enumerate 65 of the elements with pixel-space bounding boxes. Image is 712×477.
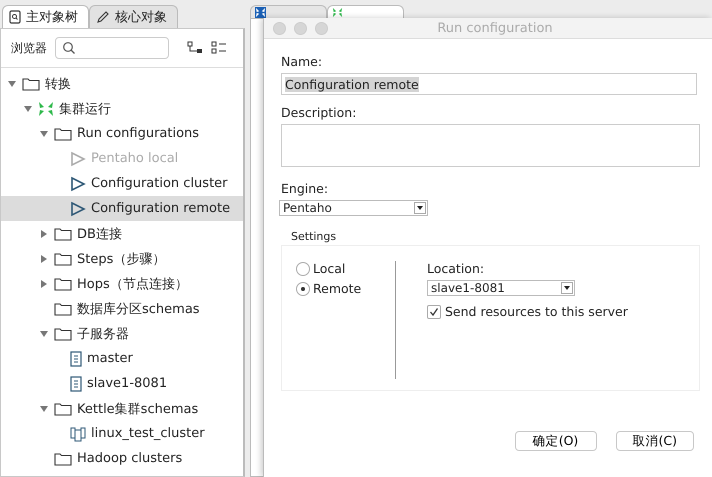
tree-item[interactable]: 数据库分区schemas — [1, 296, 243, 321]
tree-item[interactable]: Steps（步骤） — [1, 246, 243, 271]
folder-icon — [54, 252, 72, 266]
cluster-icon — [38, 100, 54, 116]
list-view-icon[interactable] — [211, 41, 227, 55]
server-icon — [70, 376, 82, 392]
expand-arrow-icon[interactable] — [39, 278, 49, 288]
field-label: Location: — [427, 261, 484, 276]
tree-item[interactable]: Hops（节点连接） — [1, 271, 243, 296]
dialog-button[interactable]: 确定(O) — [514, 431, 597, 451]
tree-item[interactable]: linux_test_cluster — [1, 421, 243, 446]
server-icon — [70, 350, 82, 366]
editor-tab[interactable] — [250, 5, 327, 18]
expand-arrow-icon[interactable] — [39, 254, 49, 264]
description-field[interactable] — [281, 124, 700, 167]
search-icon — [9, 10, 21, 24]
collapse-arrow-icon[interactable] — [39, 328, 49, 338]
tree-item[interactable]: Configuration cluster — [1, 171, 243, 196]
tree-item[interactable]: 转换 — [1, 71, 243, 96]
expand-arrow-icon[interactable] — [39, 228, 49, 238]
window-title: Run configuration — [437, 20, 554, 36]
radio-option[interactable]: Remote — [296, 281, 395, 296]
collapse-arrow-icon[interactable] — [7, 78, 17, 88]
panel-tab[interactable]: 核心对象 — [89, 5, 178, 28]
panel-tab[interactable]: 主对象树 — [2, 5, 89, 28]
tree-item[interactable]: DB连接 — [1, 221, 243, 246]
folder-icon — [54, 226, 72, 240]
group-label: Settings — [291, 230, 336, 243]
collapse-arrow-icon[interactable] — [39, 404, 49, 414]
engine-dropdown[interactable]: Pentaho — [279, 200, 428, 216]
radio-option[interactable]: Local — [296, 261, 395, 276]
folder-icon — [54, 302, 72, 316]
folder-icon — [54, 276, 72, 290]
folder-icon — [54, 452, 72, 466]
schema-icon — [70, 426, 86, 442]
field-label: Name: — [281, 54, 322, 69]
browser-label: 浏览器 — [11, 40, 47, 56]
collapse-arrow-icon[interactable] — [23, 104, 33, 114]
tree-item[interactable]: master — [1, 346, 243, 371]
cluster-icon — [332, 7, 343, 18]
tree-item[interactable]: slave1-8081 — [1, 371, 243, 396]
name-field[interactable]: Configuration remote — [281, 73, 697, 95]
pencil-icon — [96, 10, 110, 24]
field-label: Engine: — [281, 181, 328, 196]
collapse-arrow-icon[interactable] — [39, 128, 49, 138]
tree-item[interactable]: 集群运行 — [1, 96, 243, 121]
tree-item[interactable]: Kettle集群schemas — [1, 396, 243, 421]
checkbox-option[interactable]: Send resources to this server — [427, 304, 628, 319]
tree-item[interactable]: Hadoop clusters — [1, 446, 243, 471]
folder-icon — [22, 76, 40, 90]
location-dropdown[interactable]: slave1-8081 — [427, 280, 575, 296]
radio-button[interactable] — [296, 282, 310, 296]
tree-item[interactable]: Configuration remote — [1, 196, 243, 221]
tree-item[interactable]: Run configurations — [1, 121, 243, 146]
dialog-button[interactable]: 取消(C) — [616, 431, 694, 451]
tree-item[interactable]: 子服务器 — [1, 321, 243, 346]
folder-icon — [54, 402, 72, 416]
folder-icon — [54, 326, 72, 340]
radio-button[interactable] — [296, 262, 310, 276]
search-field[interactable] — [55, 37, 169, 59]
checkbox[interactable] — [427, 304, 441, 318]
search-icon — [62, 41, 76, 55]
field-label: Description: — [281, 105, 356, 120]
folder-icon — [54, 126, 72, 140]
tree-view-icon[interactable] — [187, 41, 203, 55]
